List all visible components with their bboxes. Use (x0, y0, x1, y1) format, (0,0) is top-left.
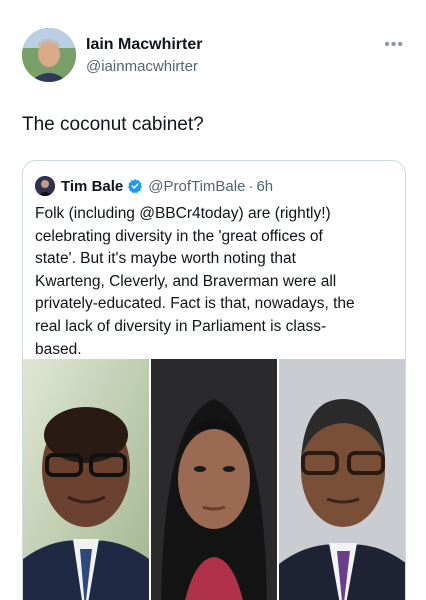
quoted-tweet[interactable]: Tim Bale @ProfTimBale · 6h Folk (includi… (22, 160, 406, 600)
tweet-header: Iain Macwhirter @iainmacwhirter ••• (22, 28, 412, 86)
verified-badge-icon (128, 179, 143, 194)
author-name[interactable]: Iain Macwhirter (86, 36, 202, 54)
quoted-tweet-text: Folk (including @BBCr4today) are (rightl… (35, 203, 397, 361)
photo-man-purple-tie[interactable] (279, 359, 405, 600)
quoted-text-line: privately-educated. Fact is that, nowada… (35, 295, 355, 313)
quoted-author-name[interactable]: Tim Bale (61, 178, 123, 195)
quoted-text-line: celebrating diversity in the 'great offi… (35, 227, 323, 245)
tweet-text: The coconut cabinet? (22, 114, 204, 135)
profile-photo-icon (22, 28, 76, 82)
portrait-photo-icon (279, 359, 405, 600)
quoted-tweet-header: Tim Bale @ProfTimBale · 6h (35, 175, 395, 197)
quoted-photo-grid (23, 359, 405, 600)
photo-man-blue-tie[interactable] (23, 359, 149, 600)
profile-photo-icon (35, 176, 55, 196)
photo-woman-dark-hair[interactable] (151, 359, 277, 600)
quoted-timestamp[interactable]: 6h (256, 178, 273, 195)
more-dots-icon[interactable]: ••• (384, 36, 404, 54)
author-handle[interactable]: @iainmacwhirter (86, 58, 198, 75)
quoted-text-line: based. (35, 340, 82, 358)
quoted-text-line: Folk (including @BBCr4today) are (rightl… (35, 205, 331, 222)
author-avatar[interactable] (22, 28, 76, 82)
quoted-author-avatar[interactable] (35, 176, 55, 196)
quoted-text-line: Kwarteng, Cleverly, and Braverman were a… (35, 272, 337, 290)
quoted-text-line: state'. But it's maybe worth noting that (35, 250, 296, 268)
portrait-photo-icon (151, 359, 277, 600)
quoted-author-handle[interactable]: @ProfTimBale (148, 178, 245, 195)
portrait-photo-icon (23, 359, 149, 600)
separator-dot: · (248, 177, 254, 195)
quoted-text-line: real lack of diversity in Parliament is … (35, 317, 327, 335)
